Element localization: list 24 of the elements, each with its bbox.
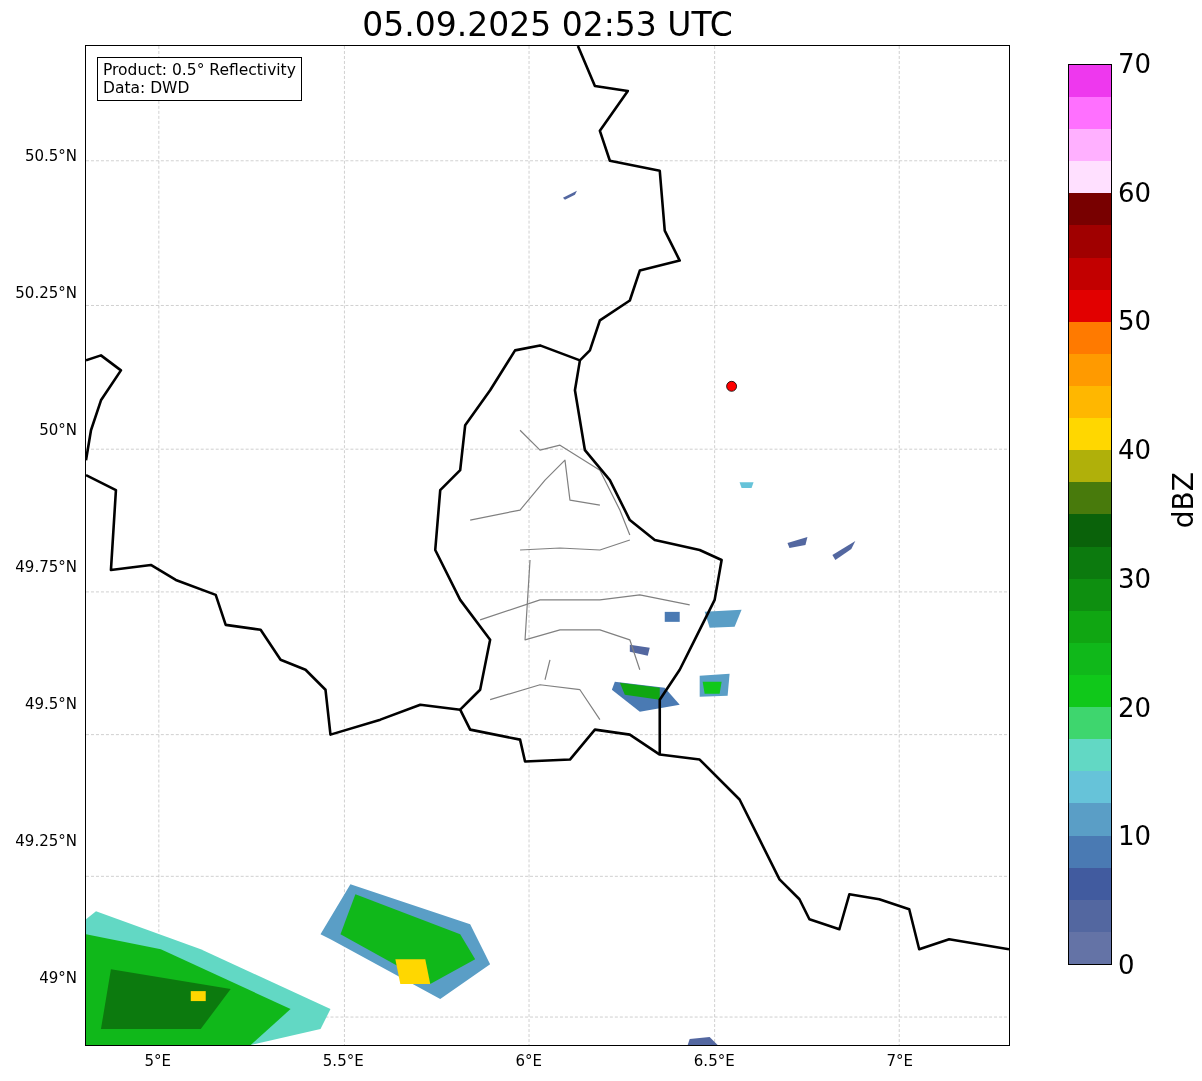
chart-title: 05.09.2025 02:53 UTC [361,5,734,45]
axis-tick-label: 5.5°E [322,1052,364,1070]
colorbar-tick-label: 30 [1118,564,1152,593]
axis-tick-label: 6°E [515,1052,542,1070]
colorbar-tick-label: 60 [1118,178,1152,207]
colorbar-tick-label: 40 [1118,436,1152,465]
axis-tick-label: 50.25°N [15,284,77,303]
colorbar-tick-label: 10 [1118,822,1152,851]
axis-tick-label: 49°N [39,968,77,987]
colorbar-tick-label: 50 [1118,307,1152,336]
colorbar-label: dBZ [1167,472,1202,529]
axis-tick-label: 50°N [39,421,77,440]
colorbar-tick-label: 70 [1118,50,1152,78]
axis-tick-label: 5°E [144,1052,171,1070]
info-text: Product: 0.5° Reflectivity [103,61,296,79]
axis-tick-label: 49.5°N [24,694,77,713]
colorbar-tick-label: 20 [1118,693,1152,722]
axis-tick-label: 7°E [886,1052,913,1070]
axis-tick-label: 50.5°N [24,147,77,166]
axis-tick-label: 6.5°E [693,1052,735,1070]
colorbar-tick-label: 0 [1118,950,1136,979]
axis-tick-label: 49.75°N [15,558,77,576]
axis-tick-label: 49.25°N [15,831,77,850]
info-text: Data: DWD [103,79,191,97]
